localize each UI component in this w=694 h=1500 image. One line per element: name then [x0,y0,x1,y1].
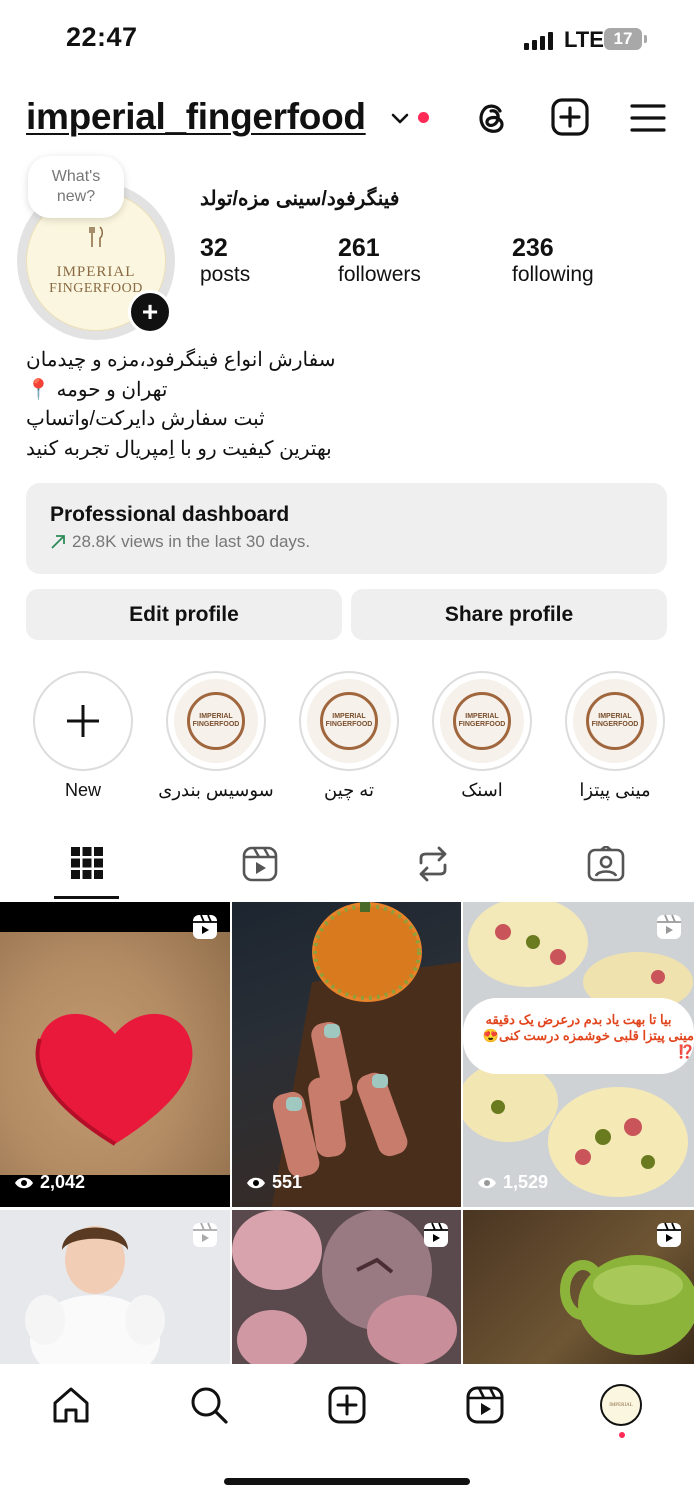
highlight-logo-a: IMPERIAL [199,713,233,720]
logo-line2: FINGERFOOD [49,280,143,296]
threads-icon[interactable] [472,98,512,138]
plus-icon [67,705,99,737]
highlight-logo-a: IMPERIAL [598,713,632,720]
post-tile[interactable] [463,1210,694,1364]
battery-icon: 17 [604,28,642,50]
network-label: LTE [564,27,604,52]
reel-badge-icon [424,1222,448,1247]
posts-value: 32 [200,234,228,262]
tagged-icon[interactable] [587,846,625,882]
posts-label: posts [200,263,251,286]
trend-up-icon [51,535,65,549]
reels-icon[interactable] [242,846,278,882]
overlay-line2: مینی پیتزا قلبی خوشمزه درست کنی😍 ⁉️ [482,1028,694,1059]
share-profile-button[interactable]: Share profile [351,589,667,640]
following-count[interactable]: 236 following [512,234,594,287]
post-views-value: 1,529 [503,1172,549,1192]
highlight-item[interactable]: IMPERIAL FINGERFOOD [432,671,532,771]
bio-line: ثبت سفارش دایرکت/واتساپ [26,408,265,430]
highlight-label: اسنک [461,780,503,800]
reels-nav-icon[interactable] [466,1386,504,1424]
posts-count[interactable]: 32 posts [200,234,250,287]
post-tile[interactable]: 551 [232,902,461,1207]
heart-food-image [35,1013,193,1146]
reel-badge-icon [657,914,681,939]
battery-tip [644,35,647,43]
highlight-item[interactable]: IMPERIAL FINGERFOOD [166,671,266,771]
whats-new-bubble[interactable]: What's new? [28,156,124,218]
followers-label: followers [338,263,421,286]
status-time: 22:47 [66,22,138,52]
post-views: 1,529 [477,1172,548,1193]
menu-icon[interactable] [628,98,668,138]
highlight-logo-b: FINGERFOOD [458,721,506,728]
highlight-label: ته چین [324,780,374,800]
highlight-logo-b: FINGERFOOD [192,721,240,728]
reposts-icon[interactable] [415,845,451,883]
highlight-logo-a: IMPERIAL [332,713,366,720]
new-highlight-button[interactable] [33,671,133,771]
whats-new-line1: What's [51,168,101,185]
username-switcher[interactable]: imperial_fingerfood [26,96,366,138]
dashboard-subtitle: 28.8K views in the last 30 days. [50,532,310,552]
highlight-label: New [64,780,101,800]
post-views-value: 551 [272,1172,303,1192]
home-indicator[interactable] [224,1478,470,1485]
reel-badge-icon [657,1222,681,1247]
new-post-icon[interactable] [328,1386,366,1424]
active-tab-indicator [54,896,119,899]
eye-icon [15,1177,33,1188]
post-views: 2,042 [14,1172,85,1193]
bio-line: سفارش انواع فینگرفود،مزه و چیدمان [26,349,336,371]
profile-nav-avatar[interactable]: IMPERIAL [600,1384,642,1426]
post-tile[interactable] [232,1210,461,1364]
halloween-food-image [272,902,461,1207]
notification-dot [418,112,429,123]
reel-badge-icon [193,914,217,939]
home-icon[interactable] [52,1386,90,1424]
post-text-overlay: بیا تا بهت یاد بدم درعرض یک دقیقه مینی پ… [463,998,694,1074]
highlight-logo-a: IMPERIAL [465,713,499,720]
following-value: 236 [512,234,554,262]
dashboard-views-text: 28.8K views in the last 30 days. [72,532,311,551]
profile-full-name: فینگرفود/سینی مزه/تولد [200,188,400,210]
highlight-label: مینی پیتزا [579,780,651,800]
bio-line: بهترین کیفیت رو با اِمپریال تجربه کنید [26,437,332,460]
highlight-logo-b: FINGERFOOD [325,721,373,728]
following-label: following [512,263,594,286]
eye-icon [247,1177,265,1188]
signal-icon [524,30,553,50]
fork-knife-logo-icon [89,225,103,247]
dashboard-title: Professional dashboard [50,503,290,526]
highlight-logo-b: FINGERFOOD [591,721,639,728]
edit-profile-button[interactable]: Edit profile [26,589,342,640]
eye-icon [478,1177,496,1188]
highlight-item[interactable]: IMPERIAL FINGERFOOD [299,671,399,771]
post-tile[interactable] [0,1210,230,1364]
bio-line: تهران و حومه 📍 [26,378,168,401]
post-views: 551 [246,1172,302,1193]
grid-icon[interactable] [70,846,104,880]
post-views-value: 2,042 [40,1172,86,1192]
overlay-line1: بیا تا بهت یاد بدم درعرض یک دقیقه [485,1012,672,1027]
chevron-down-icon[interactable] [390,108,410,128]
professional-dashboard[interactable] [26,483,667,574]
post-tile[interactable]: 2,042 [0,902,230,1207]
create-icon[interactable] [550,97,590,137]
search-icon[interactable] [190,1386,228,1424]
profile-notification-dot [619,1432,625,1438]
followers-count[interactable]: 261 followers [338,234,421,287]
followers-value: 261 [338,234,380,262]
logo-line1: IMPERIAL [56,263,136,280]
post-tile[interactable]: بیا تا بهت یاد بدم درعرض یک دقیقه مینی پ… [463,902,694,1207]
highlight-item[interactable]: IMPERIAL FINGERFOOD [565,671,665,771]
whats-new-line2: new? [56,188,96,205]
highlight-label: سوسیس بندری [158,780,274,800]
bio: سفارش انواع فینگرفود،مزه و چیدمان تهران … [26,346,426,464]
add-story-button[interactable]: + [128,290,172,334]
reel-badge-icon [193,1222,217,1247]
